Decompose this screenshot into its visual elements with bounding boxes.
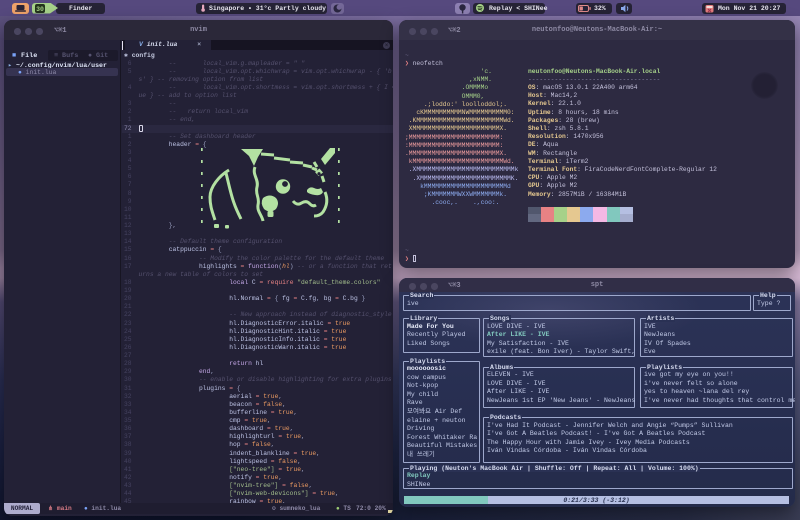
svg-text:30: 30 xyxy=(36,6,44,13)
